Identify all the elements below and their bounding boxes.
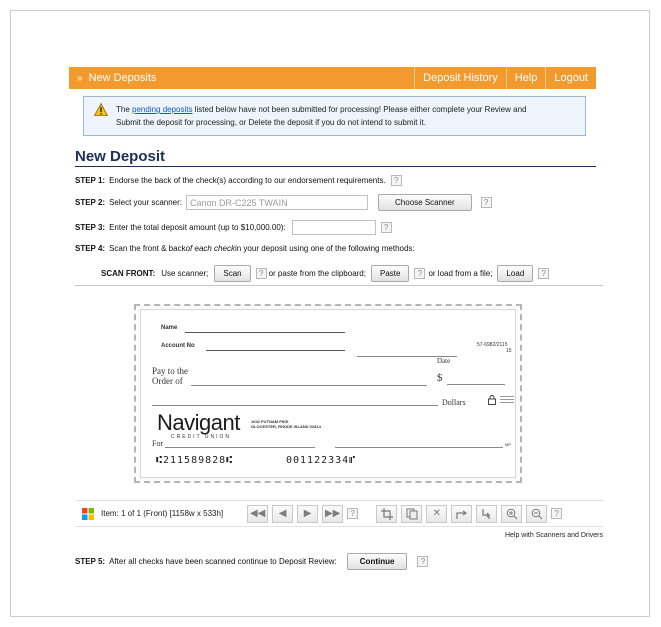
bank-address-2: GLOCESTER, RHODE ISLAND 02814: [251, 424, 321, 429]
warning-icon: [94, 103, 108, 116]
windows-logo-icon: [82, 507, 94, 520]
header-title: » New Deposits: [69, 67, 414, 89]
deposit-amount-input[interactable]: [291, 220, 376, 235]
micr-account: 001122334⑈: [286, 455, 357, 466]
flip-button[interactable]: [476, 504, 498, 523]
check-mp-mark: MP: [505, 442, 511, 447]
check-signature-line: [335, 447, 503, 448]
check-routing-sub: 15: [506, 348, 512, 354]
scanner-help-link[interactable]: Help with Scanners and Drivers: [505, 532, 603, 539]
help-icon[interactable]: ?: [538, 268, 550, 279]
scanner-field[interactable]: Canon DR-C225 TWAIN: [186, 195, 369, 210]
help-icon[interactable]: ?: [255, 268, 267, 279]
header-title-text: New Deposits: [88, 72, 157, 84]
bank-name: Navigant: [157, 410, 240, 435]
check-image: Name Account No 57-6982/2115 15 Date Pay…: [134, 304, 522, 483]
first-page-button[interactable]: ◀◀: [247, 504, 269, 523]
crop-icon: [380, 507, 393, 520]
nav-deposit-history[interactable]: Deposit History: [414, 67, 506, 89]
rotate-icon: [456, 510, 467, 519]
check-memo-line: [165, 447, 315, 448]
zoom-out-icon: [531, 508, 542, 519]
check-for-label: For: [152, 439, 164, 448]
zoom-in-icon: [506, 508, 517, 519]
check-body: Name Account No 57-6982/2115 15 Date Pay…: [140, 309, 516, 478]
step-5: STEP 5: After all checks have been scann…: [75, 553, 429, 570]
check-dollar-sign: $: [437, 372, 443, 384]
check-name-label: Name: [161, 325, 178, 331]
delete-icon: ✕: [432, 508, 441, 519]
choose-scanner-button[interactable]: Choose Scanner: [378, 194, 472, 211]
next-page-button[interactable]: ▶: [297, 504, 319, 523]
bank-subtitle: CREDIT UNION: [171, 434, 232, 440]
help-icon[interactable]: ?: [380, 222, 392, 233]
copy-icon: [406, 508, 418, 519]
header-bar: » New Deposits Deposit History Help Logo…: [69, 67, 596, 89]
help-icon[interactable]: ?: [414, 268, 426, 279]
check-routing-fraction: 57-6982/2115: [477, 342, 508, 348]
step-2: STEP 2: Select your scanner: Canon DR-C2…: [75, 194, 492, 211]
bank-logo: Navigant CREDIT UNION: [157, 410, 240, 441]
last-page-button[interactable]: ▶▶: [322, 504, 344, 523]
rotate-button[interactable]: [451, 504, 473, 523]
check-account-line: [206, 350, 345, 351]
chevron-right-icon: »: [77, 72, 83, 84]
alert-line-1: The pending deposits listed below have n…: [116, 105, 527, 114]
next-page-icon: ▶: [303, 508, 312, 519]
copy-button[interactable]: [401, 504, 423, 523]
zoom-in-button[interactable]: [501, 504, 523, 523]
check-name-line: [185, 332, 345, 333]
first-page-icon: ◀◀: [249, 508, 266, 519]
scan-button[interactable]: Scan: [214, 265, 251, 282]
check-amount-line: [447, 384, 505, 385]
last-page-icon: ▶▶: [324, 508, 341, 519]
pending-alert: The pending deposits listed below have n…: [83, 96, 586, 136]
check-account-label: Account No: [161, 343, 195, 349]
help-icon[interactable]: ?: [417, 556, 429, 567]
delete-button[interactable]: ✕: [426, 504, 448, 523]
scan-front-row: SCAN FRONT: Use scanner; Scan ? or paste…: [101, 265, 550, 282]
help-icon[interactable]: ?: [551, 508, 563, 519]
flip-icon: [482, 508, 490, 519]
check-date-label: Date: [437, 357, 451, 365]
check-words-line: [152, 405, 438, 406]
viewer-item-info: Item: 1 of 1 (Front) [1158w x 533h]: [101, 509, 224, 518]
check-payee-line: [191, 385, 427, 386]
zoom-out-button[interactable]: [526, 504, 548, 523]
form-divider: [75, 285, 603, 286]
help-icon[interactable]: ?: [480, 197, 492, 208]
check-dollars-label: Dollars: [442, 398, 466, 407]
step-4: STEP 4: Scan the front & back of each ch…: [75, 244, 415, 253]
pending-deposits-link[interactable]: pending deposits: [132, 105, 193, 114]
load-button[interactable]: Load: [497, 265, 534, 282]
paste-button[interactable]: Paste: [370, 265, 410, 282]
page-title: New Deposit: [75, 148, 166, 165]
micr-routing: ⑆211589828⑆: [156, 455, 234, 466]
image-viewer-toolbar: Item: 1 of 1 (Front) [1158w x 533h] ◀◀ ◀…: [75, 500, 603, 527]
check-order-of: Order of: [152, 376, 183, 386]
crop-button[interactable]: [376, 504, 398, 523]
step-1: STEP 1: Endorse the back of the check(s)…: [75, 175, 402, 186]
prev-page-button[interactable]: ◀: [272, 504, 294, 523]
help-icon[interactable]: ?: [390, 175, 402, 186]
lock-icon: [488, 395, 496, 405]
step-3: STEP 3: Enter the total deposit amount (…: [75, 220, 392, 235]
check-pay-to: Pay to the: [152, 366, 188, 376]
nav-logout[interactable]: Logout: [545, 67, 596, 89]
title-divider: [75, 166, 596, 167]
nav-help[interactable]: Help: [505, 67, 546, 89]
alert-line-2: Submit the deposit for processing, or De…: [116, 118, 426, 127]
security-features-note: [500, 394, 514, 406]
prev-page-icon: ◀: [278, 508, 287, 519]
continue-button[interactable]: Continue: [346, 553, 408, 570]
help-icon[interactable]: ?: [347, 508, 359, 519]
